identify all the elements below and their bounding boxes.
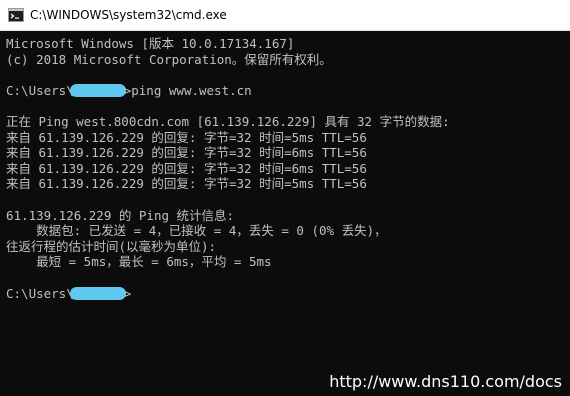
console-line: Microsoft Windows [版本 10.0.17134.167] xyxy=(6,36,295,51)
cmd-icon xyxy=(8,8,24,22)
command-prompt[interactable]: C:\Users\ > xyxy=(6,286,564,302)
prompt-symbol: > xyxy=(123,285,132,301)
prompt-path: C:\Users\ xyxy=(6,82,74,98)
console-line: 61.139.126.229 的 Ping 统计信息: xyxy=(6,207,235,223)
console-line: 来自 61.139.126.229 的回复: 字节=32 时间=6ms TTL=… xyxy=(6,160,367,176)
redacted-username xyxy=(69,83,126,97)
console-line: 正在 Ping west.800cdn.com [61.139.126.229]… xyxy=(6,113,450,129)
watermark-url: http://www.dns110.com/docs xyxy=(329,372,562,391)
title-bar[interactable]: C:\WINDOWS\system32\cmd.exe xyxy=(0,0,570,31)
cmd-window: C:\WINDOWS\system32\cmd.exe Microsoft Wi… xyxy=(0,0,570,396)
command-line-ping: C:\Users\ >ping www.west.cn xyxy=(6,83,564,99)
console-line: 来自 61.139.126.229 的回复: 字节=32 时间=5ms TTL=… xyxy=(6,176,367,192)
console-line: 最短 = 5ms，最长 = 6ms，平均 = 5ms xyxy=(6,254,272,270)
console-line: 数据包: 已发送 = 4，已接收 = 4，丢失 = 0 (0% 丢失)， xyxy=(6,223,387,239)
console-line: (c) 2018 Microsoft Corporation。保留所有权利。 xyxy=(6,51,332,67)
console-line: 来自 61.139.126.229 的回复: 字节=32 时间=5ms TTL=… xyxy=(6,129,367,145)
console-line: 来自 61.139.126.229 的回复: 字节=32 时间=6ms TTL=… xyxy=(6,145,367,161)
console-line: 往返行程的估计时间(以毫秒为单位): xyxy=(6,238,217,254)
console-output[interactable]: Microsoft Windows [版本 10.0.17134.167] (c… xyxy=(6,36,564,391)
window-title: C:\WINDOWS\system32\cmd.exe xyxy=(30,8,227,22)
ping-command: >ping www.west.cn xyxy=(123,82,252,98)
prompt-path: C:\Users\ xyxy=(6,285,74,301)
redacted-username xyxy=(69,286,126,300)
